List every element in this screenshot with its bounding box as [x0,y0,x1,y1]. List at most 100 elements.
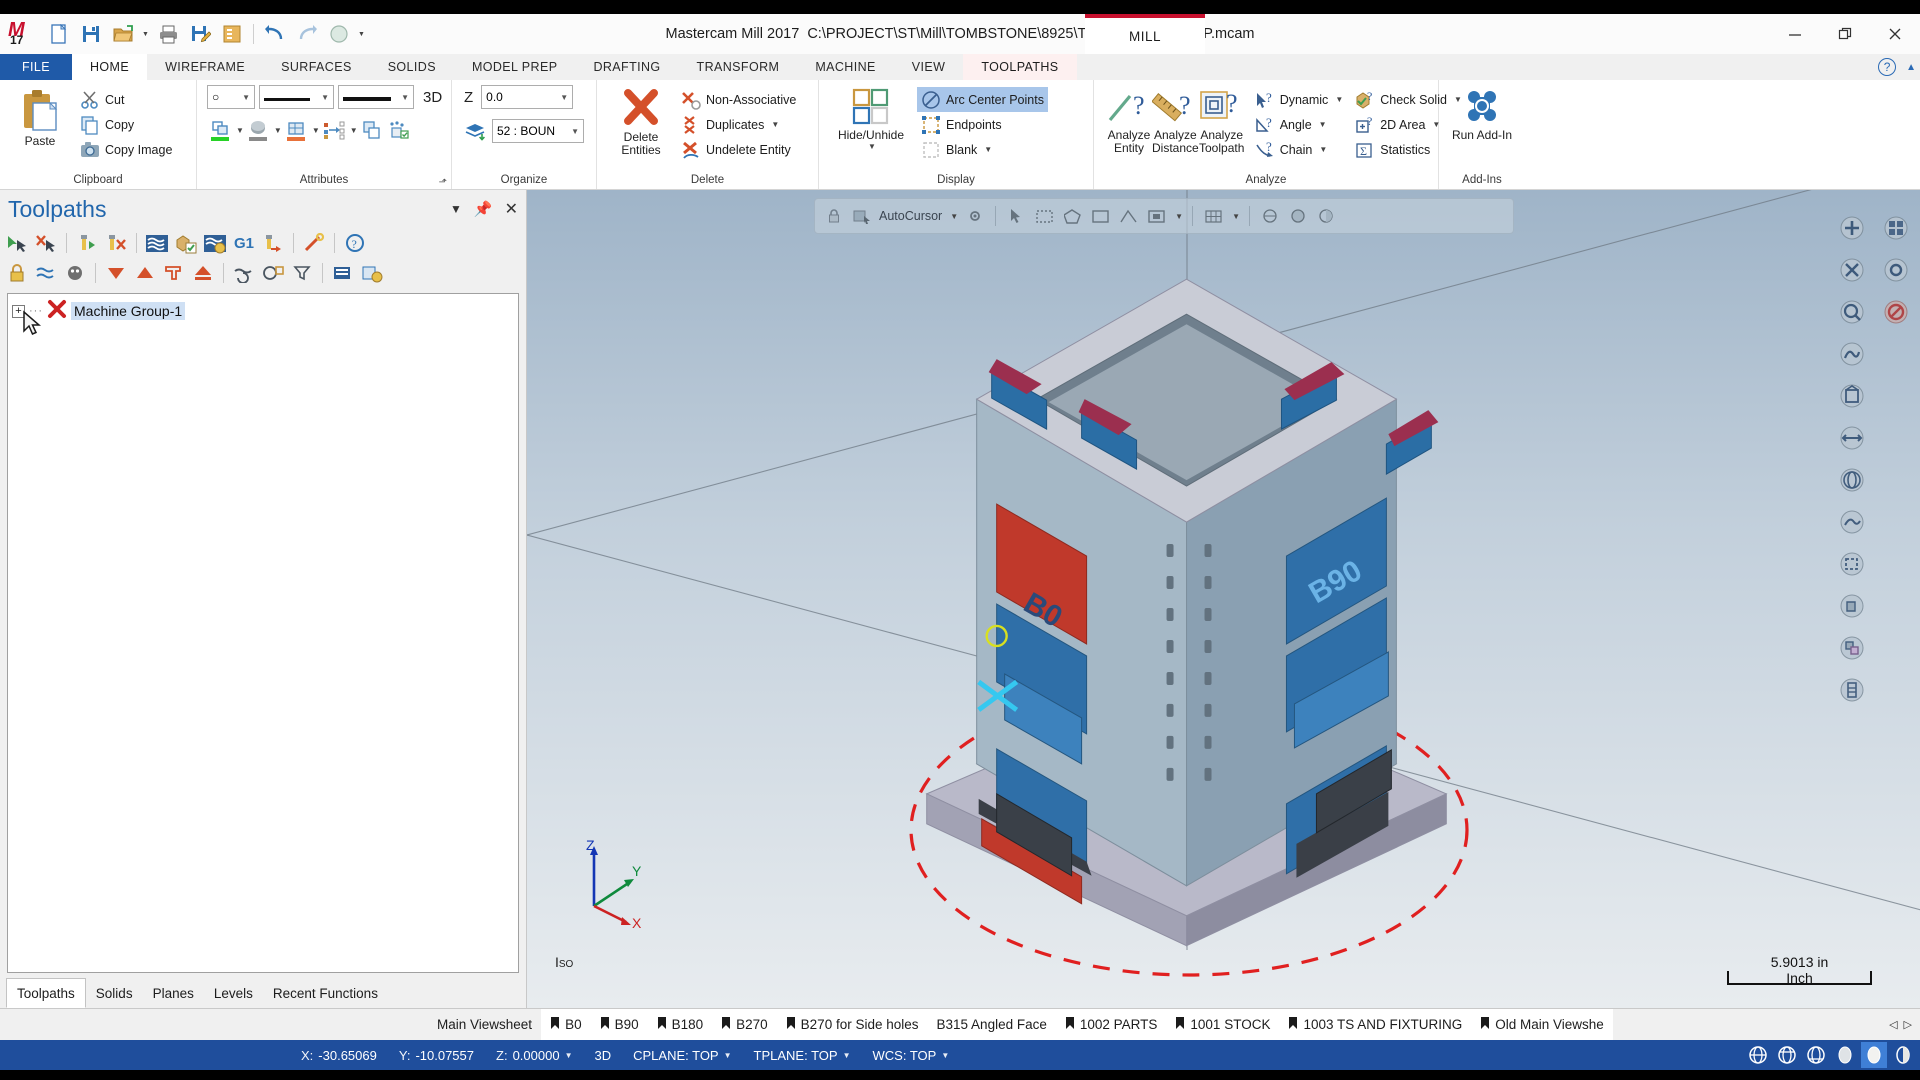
set-color-icon[interactable] [207,117,233,143]
viewsheet-tab-b270-side-holes[interactable]: B270 for Side holes [776,1009,928,1040]
select-cursor-icon[interactable] [1005,205,1027,227]
fit-icon[interactable] [1832,208,1872,248]
rect-select-icon[interactable] [1089,205,1111,227]
machine-context-tab[interactable]: MILL [1085,14,1205,54]
tree-row[interactable]: + ··· Machine Group-1 [12,299,514,322]
select-mode-dropdown-icon[interactable]: ▼ [1175,212,1183,221]
copy-image-button[interactable]: Copy Image [76,137,176,162]
close-icon[interactable]: ✕ [505,199,518,219]
tab-wireframe[interactable]: WIREFRAME [147,54,263,80]
verify-icon[interactable] [173,230,199,256]
regen-invalid-icon[interactable] [103,230,129,256]
point-style-combo[interactable]: ○ ▼ [207,85,255,109]
level-combo[interactable]: 52 : BOUN ▼ [492,119,584,143]
set-material-dropdown-icon[interactable]: ▼ [274,126,282,135]
scroll-left-icon[interactable]: ◁ [1889,1018,1897,1031]
status-cplane[interactable]: CPLANE: TOP ▼ [622,1048,742,1063]
simulate-icon[interactable] [202,230,228,256]
hidden-lines-icon[interactable] [1832,544,1872,584]
no-select-icon[interactable] [1876,292,1916,332]
tab-surfaces[interactable]: SURFACES [263,54,370,80]
fit-screen-icon[interactable] [1832,418,1872,458]
set-level-dropdown-icon[interactable]: ▼ [312,126,320,135]
set-all-attributes-icon[interactable] [321,117,347,143]
analyze-entity-button[interactable]: ? Analyze Entity [1106,85,1152,155]
grid-icon[interactable] [1202,205,1224,227]
duplicates-button[interactable]: Duplicates ▼ [677,112,800,137]
shaded-view-icon[interactable] [1832,502,1872,542]
config-icon[interactable] [359,260,385,286]
cut-button[interactable]: Cut [76,87,176,112]
wcs-dropdown-icon[interactable]: ▼ [941,1051,949,1060]
tab-view[interactable]: VIEW [894,54,964,80]
shade-off-icon[interactable] [1832,1042,1858,1068]
grid-dropdown-icon[interactable]: ▼ [1232,212,1240,221]
settings-icon[interactable] [330,260,356,286]
config-gear-icon[interactable] [1876,250,1916,290]
minimize-button[interactable] [1770,14,1820,54]
expand-icon[interactable] [231,260,257,286]
pin-icon[interactable]: 📌 [474,200,493,218]
scroll-right-icon[interactable]: ▷ [1904,1018,1912,1031]
lock-icon[interactable] [823,205,845,227]
endpoints-button[interactable]: Endpoints [917,112,1048,137]
viewsheet-tab-b90[interactable]: B90 [590,1009,648,1040]
viewsheet-tab-b270[interactable]: B270 [712,1009,777,1040]
set-level-icon[interactable] [283,117,309,143]
autocursor-dropdown-icon[interactable]: ▼ [950,212,958,221]
chain-dropdown-icon[interactable]: ▼ [1319,145,1327,154]
unzoom-icon[interactable] [1832,250,1872,290]
wireframe-shade-icon[interactable] [1259,205,1281,227]
shade-translucent-icon[interactable] [1890,1042,1916,1068]
save-icon[interactable] [76,19,106,49]
non-associative-button[interactable]: Non-Associative [677,87,800,112]
attributes-more-dropdown-icon[interactable]: ▼ [350,126,358,135]
panel-tab-solids[interactable]: Solids [86,978,143,1008]
z-dropdown-icon[interactable]: ▼ [565,1051,573,1060]
panel-tab-planes[interactable]: Planes [143,978,204,1008]
tab-solids[interactable]: SOLIDS [370,54,454,80]
single-select-icon[interactable] [1145,205,1167,227]
status-tplane[interactable]: TPLANE: TOP ▼ [743,1048,862,1063]
viewsheet-tab-1003-ts-and-fixturing[interactable]: 1003 TS AND FIXTURING [1279,1009,1472,1040]
move-down-icon[interactable] [103,260,129,286]
tab-drafting[interactable]: DRAFTING [575,54,678,80]
copy-button[interactable]: Copy [76,112,176,137]
open-dropdown-icon[interactable]: ▼ [140,20,151,48]
grid-settings-icon[interactable] [1876,208,1916,248]
g1-post-icon[interactable]: G1 [231,230,257,256]
tombstone-3d-model[interactable]: B0 B90 [527,190,1920,1008]
angle-dropdown-icon[interactable]: ▼ [1319,120,1327,129]
autocursor-toolbar[interactable]: AutoCursor ▼ ▼ ▼ [814,198,1514,234]
insert-icon[interactable] [161,260,187,286]
tab-home[interactable]: HOME [72,54,148,80]
tab-transform[interactable]: TRANSFORM [679,54,798,80]
help-icon[interactable]: ? [342,230,368,256]
blank-dropdown-icon[interactable]: ▼ [984,145,992,154]
vector-select-icon[interactable] [1117,205,1139,227]
collapse-icon[interactable] [260,260,286,286]
filter-icon[interactable] [289,260,315,286]
undelete-entity-button[interactable]: Undelete Entity [677,137,800,162]
viewsheet-tab-b180[interactable]: B180 [647,1009,713,1040]
chevron-down-icon[interactable]: ▼ [450,202,462,216]
move-up-icon[interactable] [132,260,158,286]
close-button[interactable] [1870,14,1920,54]
panel-tab-levels[interactable]: Levels [204,978,263,1008]
viewsheet-tab-main[interactable]: Main Viewsheet [428,1009,541,1040]
status-mode-toggle[interactable]: 3D [583,1048,622,1063]
hide-unhide-button[interactable]: Hide/Unhide ▼ [833,85,909,151]
help-icon[interactable]: ? [1878,58,1897,76]
viewsheet-tab-1001-stock[interactable]: 1001 STOCK [1166,1009,1280,1040]
iso-view-icon[interactable] [1832,376,1872,416]
gview-icon[interactable] [1745,1042,1771,1068]
duplicates-dropdown-icon[interactable]: ▼ [771,120,779,129]
dynamic-dropdown-icon[interactable]: ▼ [1335,95,1343,104]
hide-unhide-dropdown-icon[interactable]: ▼ [868,142,876,151]
highfeed-icon[interactable] [301,230,327,256]
undo-icon[interactable] [260,19,290,49]
cplane-globe-icon[interactable] [1774,1042,1800,1068]
panel-tab-recent-functions[interactable]: Recent Functions [263,978,388,1008]
analyze-toolpath-button[interactable]: ? Analyze Toolpath [1199,85,1245,155]
zoom-window-icon[interactable] [1832,292,1872,332]
